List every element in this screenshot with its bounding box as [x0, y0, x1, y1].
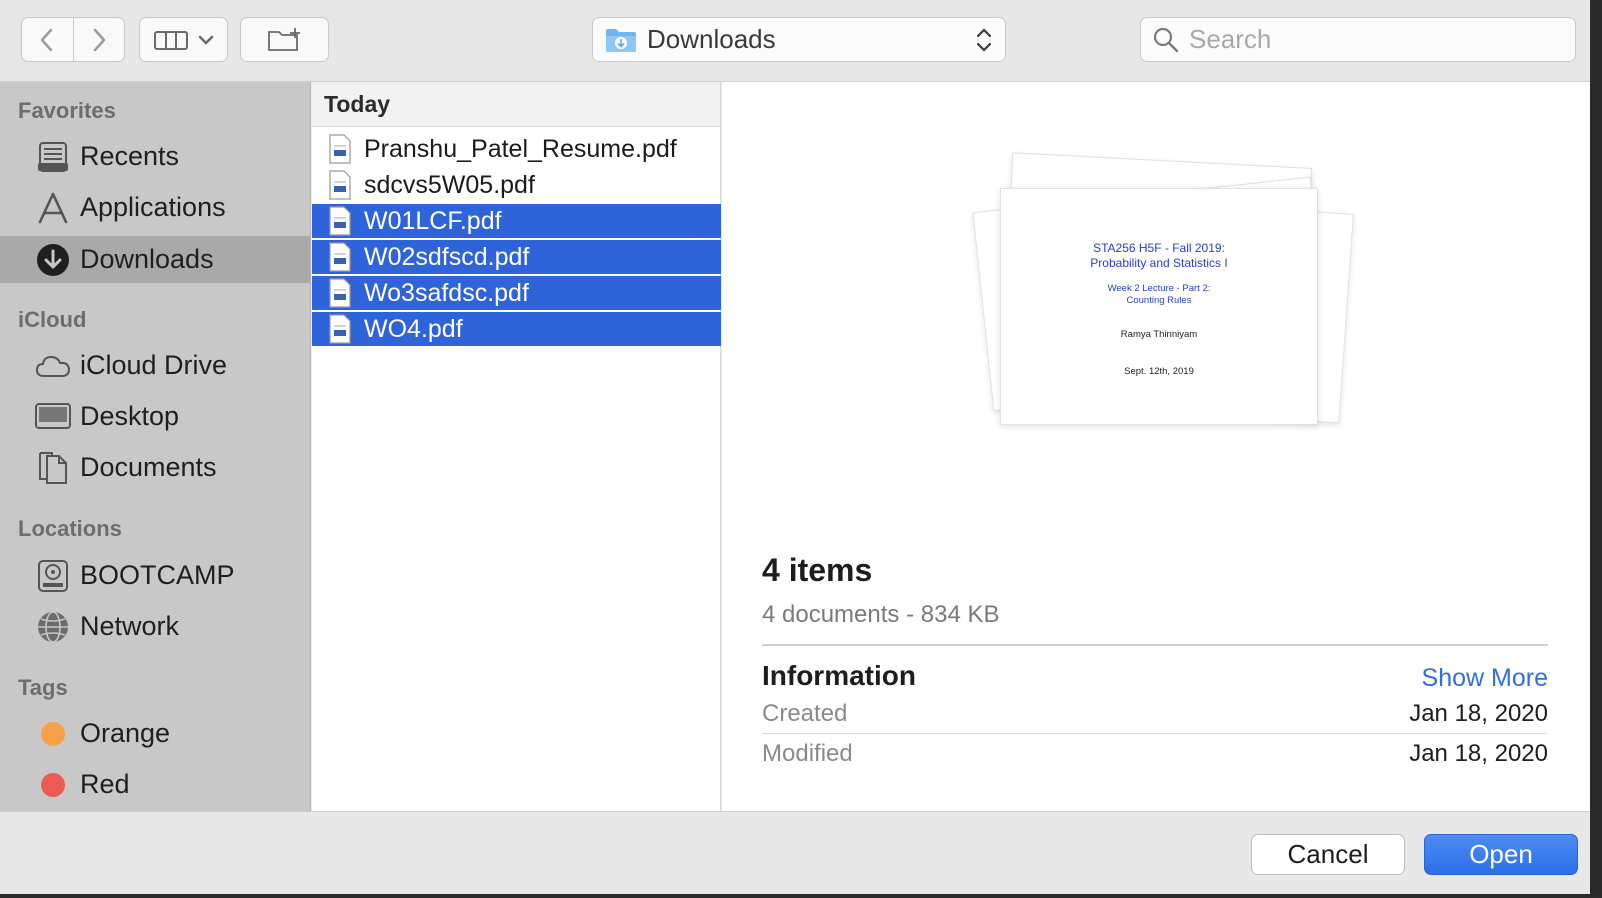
location-label: Downloads [647, 24, 776, 54]
new-folder-button[interactable] [240, 17, 329, 62]
file-name: WO4.pdf [364, 314, 463, 343]
pdf-file-icon [329, 134, 351, 164]
chevron-right-icon [93, 28, 105, 51]
sidebar-item-documents[interactable]: Documents [0, 444, 310, 491]
disk-icon [35, 558, 71, 594]
file-name: W02sdfscd.pdf [364, 242, 530, 271]
file-name: W01LCF.pdf [364, 206, 502, 235]
info-row-modified: Modified Jan 18, 2020 [762, 734, 1548, 774]
cancel-button[interactable]: Cancel [1251, 834, 1405, 875]
file-row[interactable]: Pranshu_Patel_Resume.pdf [312, 132, 721, 166]
sidebar-item-label: Red [80, 769, 130, 799]
pdf-file-icon [329, 170, 351, 200]
documents-icon [35, 450, 71, 486]
info-value: Jan 18, 2020 [1409, 740, 1548, 767]
sidebar-item-bootcamp[interactable]: BOOTCAMP [0, 552, 310, 599]
recents-icon [35, 139, 71, 175]
sidebar-item-network[interactable]: Network [0, 603, 310, 650]
sidebar-item-label: Orange [80, 718, 171, 748]
window-edge [1590, 0, 1602, 898]
cloud-icon [35, 348, 71, 384]
page-subtitle: Week 2 Lecture - Part 2: Counting Rules [1107, 283, 1211, 306]
sidebar: Favorites Recents Applications Downloads… [0, 82, 311, 811]
sidebar-item-tag-red[interactable]: Red [0, 761, 310, 808]
info-key: Created [762, 699, 848, 727]
file-row-selected[interactable]: Wo3safdsc.pdf [312, 276, 721, 310]
info-key: Modified [762, 740, 853, 767]
sidebar-item-label: Desktop [80, 401, 180, 431]
sidebar-item-downloads[interactable]: Downloads [0, 236, 310, 283]
desktop-icon [35, 399, 71, 435]
sidebar-item-applications[interactable]: Applications [0, 184, 310, 231]
file-name: sdcvs5W05.pdf [364, 170, 535, 199]
chevron-left-icon [41, 28, 53, 51]
sidebar-item-desktop[interactable]: Desktop [0, 393, 310, 440]
column-view-icon [153, 30, 188, 50]
item-count: 4 items [762, 552, 873, 588]
show-more-link[interactable]: Show More [1422, 664, 1548, 693]
downloads-icon [35, 242, 71, 278]
search-field[interactable] [1140, 17, 1576, 62]
forward-button[interactable] [72, 18, 125, 61]
file-row-selected[interactable]: W02sdfscd.pdf [312, 240, 721, 274]
network-icon [35, 609, 71, 645]
column-header: Today [312, 82, 720, 127]
information-heading: Information [762, 660, 916, 691]
file-list-column: Today Pranshu_Patel_Resume.pdf sdcvs5W05… [312, 82, 721, 811]
location-select[interactable]: Downloads [592, 17, 1006, 62]
file-row-selected[interactable]: WO4.pdf [312, 312, 721, 346]
page-author: Ramya Thinniyam [1120, 329, 1198, 340]
chevron-down-icon [198, 35, 213, 45]
sidebar-item-tag-orange[interactable]: Orange [0, 710, 310, 757]
pdf-file-icon [329, 242, 351, 272]
file-row-selected[interactable]: W01LCF.pdf [312, 204, 721, 238]
sidebar-item-label: iCloud Drive [80, 350, 228, 380]
section-title-locations: Locations [18, 516, 122, 541]
page-date: Sept. 12th, 2019 [1124, 366, 1194, 377]
sidebar-item-label: Applications [80, 192, 226, 222]
desktop-strip [0, 894, 1602, 898]
view-mode-button[interactable] [139, 17, 228, 62]
sidebar-item-icloud-drive[interactable]: iCloud Drive [0, 342, 310, 389]
new-folder-icon [267, 27, 300, 51]
search-icon [1153, 27, 1179, 52]
open-button[interactable]: Open [1424, 834, 1578, 875]
file-row[interactable]: sdcvs5W05.pdf [312, 168, 721, 202]
divider [762, 644, 1548, 646]
sidebar-item-label: Network [80, 611, 180, 641]
file-name: Wo3safdsc.pdf [364, 278, 529, 307]
sidebar-item-label: Documents [80, 452, 217, 482]
section-title-tags: Tags [18, 675, 68, 700]
sidebar-item-recents[interactable]: Recents [0, 133, 310, 180]
item-summary: 4 documents - 834 KB [762, 601, 1000, 628]
pdf-file-icon [329, 206, 351, 236]
file-name: Pranshu_Patel_Resume.pdf [364, 134, 677, 163]
bottom-bar: Cancel Open [0, 811, 1590, 894]
downloads-folder-icon [606, 28, 636, 52]
sidebar-item-label: Recents [80, 141, 180, 171]
front-page: STA256 H5F - Fall 2019: Probability and … [1000, 188, 1318, 425]
info-row-created: Created Jan 18, 2020 [762, 694, 1548, 734]
section-title-favorites: Favorites [18, 98, 116, 123]
sidebar-item-label: BOOTCAMP [80, 560, 235, 590]
section-title-icloud: iCloud [18, 307, 87, 332]
tag-dot-icon [35, 767, 71, 803]
up-down-chevron-icon [976, 28, 992, 52]
sidebar-item-label: Downloads [80, 244, 214, 274]
applications-icon [35, 190, 71, 226]
tag-dot-icon [35, 716, 71, 752]
pdf-file-icon [329, 278, 351, 308]
search-input[interactable] [1189, 24, 1569, 55]
info-value: Jan 18, 2020 [1409, 699, 1548, 727]
document-stack-thumbnail: STA256 H5F - Fall 2019: Probability and … [972, 152, 1362, 472]
page-title: STA256 H5F - Fall 2019: Probability and … [1090, 241, 1228, 270]
navigation-buttons [21, 17, 125, 62]
toolbar: Downloads [0, 0, 1590, 82]
back-button[interactable] [22, 18, 73, 61]
open-file-dialog: Downloads Favorites Recents Applications [0, 0, 1602, 898]
pdf-file-icon [329, 314, 351, 344]
preview-pane: STA256 H5F - Fall 2019: Probability and … [722, 82, 1590, 811]
